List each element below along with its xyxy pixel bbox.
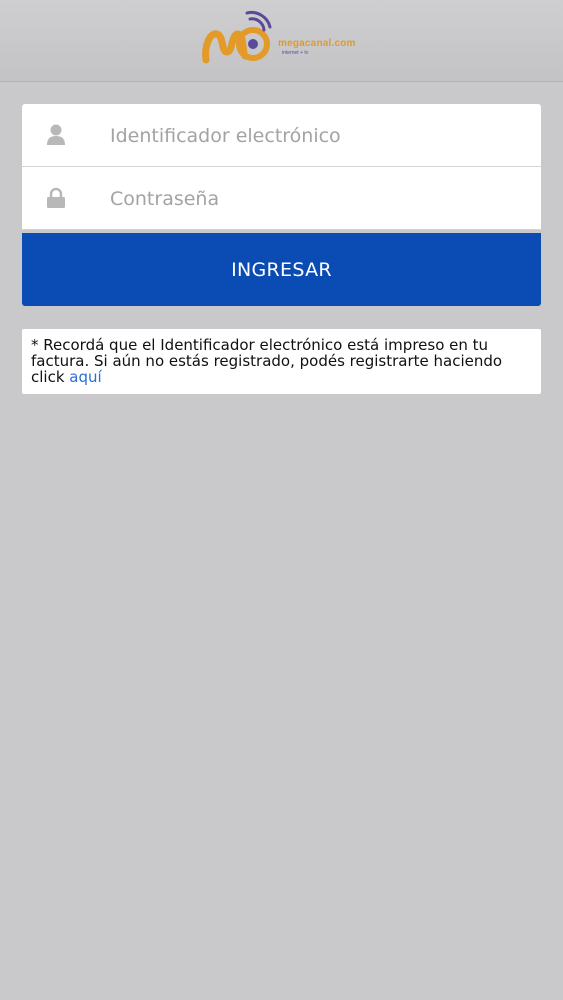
brand-logo: megacanal.com internet + tv (200, 10, 360, 70)
password-field-row (22, 167, 541, 230)
lock-icon (46, 187, 66, 209)
register-link[interactable]: aquí (69, 368, 101, 386)
id-field-row (22, 104, 541, 167)
app-header: megacanal.com internet + tv (0, 0, 563, 82)
logo-wordmark: megacanal.com (278, 38, 356, 49)
user-icon (46, 124, 66, 146)
login-form: INGRESAR (22, 104, 541, 306)
identificador-input[interactable] (110, 104, 530, 167)
registration-notice: * Recordá que el Identificador electróni… (22, 329, 541, 394)
ingresar-button[interactable]: INGRESAR (22, 233, 541, 306)
password-input[interactable] (110, 167, 530, 230)
logo-tagline: internet + tv (282, 50, 309, 56)
